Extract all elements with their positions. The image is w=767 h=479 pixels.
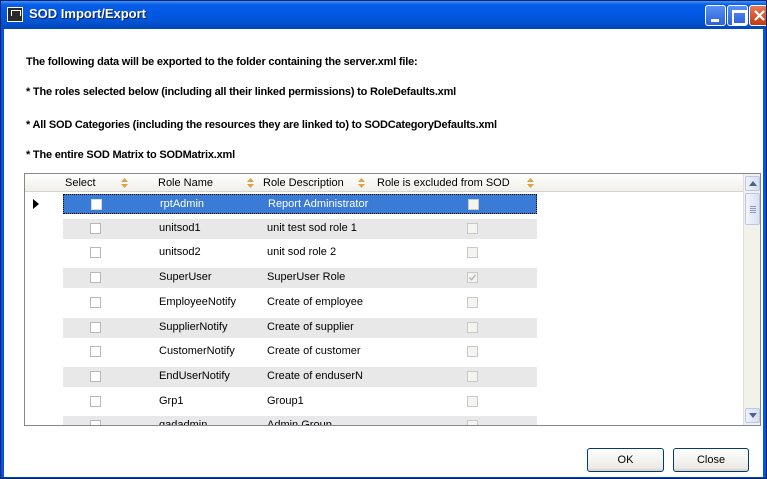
export-categories-text: * All SOD Categories (including the reso… [26, 119, 497, 131]
excluded-from-sod-checkbox [467, 272, 478, 284]
role-description-cell: Group1 [267, 394, 304, 407]
title-bar[interactable]: SOD Import/Export [1, 1, 766, 29]
role-description-cell: Report Administrator [268, 198, 369, 210]
ok-button[interactable]: OK [587, 448, 664, 472]
chevron-down-icon [749, 413, 757, 418]
role-name-cell: SuperUser [159, 271, 212, 284]
excluded-from-sod-checkbox [467, 370, 478, 382]
close-icon [754, 10, 765, 21]
column-header-role-description[interactable]: Role Description [263, 174, 344, 192]
chevron-up-icon [749, 181, 757, 186]
minimize-button[interactable] [705, 5, 726, 26]
select-checkbox[interactable] [90, 247, 101, 259]
table-row[interactable]: CustomerNotify Create of customer [63, 342, 537, 362]
excluded-from-sod-checkbox [467, 296, 478, 308]
select-checkbox[interactable] [90, 272, 101, 284]
column-header-select[interactable]: Select [65, 174, 96, 192]
role-name-cell: CustomerNotify [159, 345, 235, 358]
role-description-cell: Create of supplier [267, 320, 354, 333]
table-row[interactable]: EmployeeNotify Create of employee [63, 293, 537, 313]
role-description-cell: SuperUser Role [267, 271, 346, 284]
table-row[interactable]: Grp1 Group1 [63, 392, 537, 412]
role-name-cell: rptAdmin [160, 198, 205, 210]
table-row[interactable]: rptAdmin Report Administrator [63, 194, 537, 214]
export-intro-text: The following data will be exported to t… [26, 56, 418, 68]
role-description-cell: Admin Group [267, 419, 332, 426]
table-row[interactable]: EndUserNotify Create of enduserN [63, 366, 537, 387]
export-roles-text: * The roles selected below (including al… [26, 86, 457, 98]
close-window-button[interactable] [749, 5, 766, 26]
role-name-cell: EndUserNotify [159, 369, 230, 382]
excluded-from-sod-checkbox [467, 395, 478, 407]
role-description-cell: unit test sod role 1 [267, 221, 357, 234]
excluded-from-sod-checkbox [467, 247, 478, 259]
sod-import-export-window: SOD Import/Export The following data wil… [0, 0, 767, 479]
table-row[interactable]: qadadmin Admin Group [63, 416, 537, 426]
sort-icon [358, 178, 365, 188]
grid-header: Select Role Name Role Description Role i… [25, 174, 743, 192]
vertical-scrollbar[interactable] [743, 174, 760, 425]
window-title: SOD Import/Export [29, 6, 147, 21]
excluded-from-sod-checkbox [468, 199, 479, 210]
close-button[interactable]: Close [673, 448, 749, 472]
table-row[interactable]: SuperUser SuperUser Role [63, 268, 537, 289]
maximize-button[interactable] [727, 5, 748, 26]
role-name-cell: unitsod1 [159, 221, 201, 234]
current-row-marker-icon [33, 199, 39, 209]
app-icon [7, 7, 23, 22]
scrollbar-thumb[interactable] [745, 193, 760, 225]
select-checkbox[interactable] [90, 395, 101, 407]
roles-grid[interactable]: Select Role Name Role Description Role i… [24, 173, 761, 426]
excluded-from-sod-checkbox [467, 346, 478, 358]
role-name-cell: unitsod2 [159, 246, 201, 259]
select-checkbox[interactable] [90, 346, 101, 358]
column-header-role-name[interactable]: Role Name [158, 174, 213, 192]
table-row[interactable]: SupplierNotify Create of supplier [63, 317, 537, 338]
role-description-cell: Create of enduserN [267, 369, 363, 382]
select-checkbox[interactable] [90, 420, 101, 425]
select-checkbox[interactable] [90, 370, 101, 382]
table-row[interactable]: unitsod1 unit test sod role 1 [63, 218, 537, 239]
select-checkbox[interactable] [90, 321, 101, 333]
select-checkbox[interactable] [90, 296, 101, 308]
sort-icon [121, 178, 128, 188]
role-name-cell: Grp1 [159, 394, 184, 407]
excluded-from-sod-checkbox [467, 222, 478, 234]
role-description-cell: Create of customer [267, 345, 361, 358]
select-checkbox[interactable] [91, 199, 102, 210]
excluded-from-sod-checkbox [467, 420, 478, 425]
export-matrix-text: * The entire SOD Matrix to SODMatrix.xml [26, 149, 235, 161]
excluded-from-sod-checkbox [467, 321, 478, 333]
sort-icon [247, 178, 254, 188]
scroll-down-button[interactable] [745, 408, 760, 423]
sort-icon [527, 178, 534, 188]
role-name-cell: qadadmin [159, 419, 208, 426]
column-header-excluded-from-sod[interactable]: Role is excluded from SOD [377, 174, 510, 192]
role-name-cell: SupplierNotify [159, 320, 228, 333]
scroll-up-button[interactable] [745, 176, 760, 191]
select-checkbox[interactable] [90, 222, 101, 234]
role-description-cell: Create of employee [267, 295, 363, 308]
window-frame-right [763, 29, 766, 478]
role-name-cell: EmployeeNotify [159, 295, 237, 308]
role-description-cell: unit sod role 2 [267, 246, 337, 259]
dialog-body: The following data will be exported to t… [4, 29, 763, 477]
table-row[interactable]: unitsod2 unit sod role 2 [63, 243, 537, 263]
